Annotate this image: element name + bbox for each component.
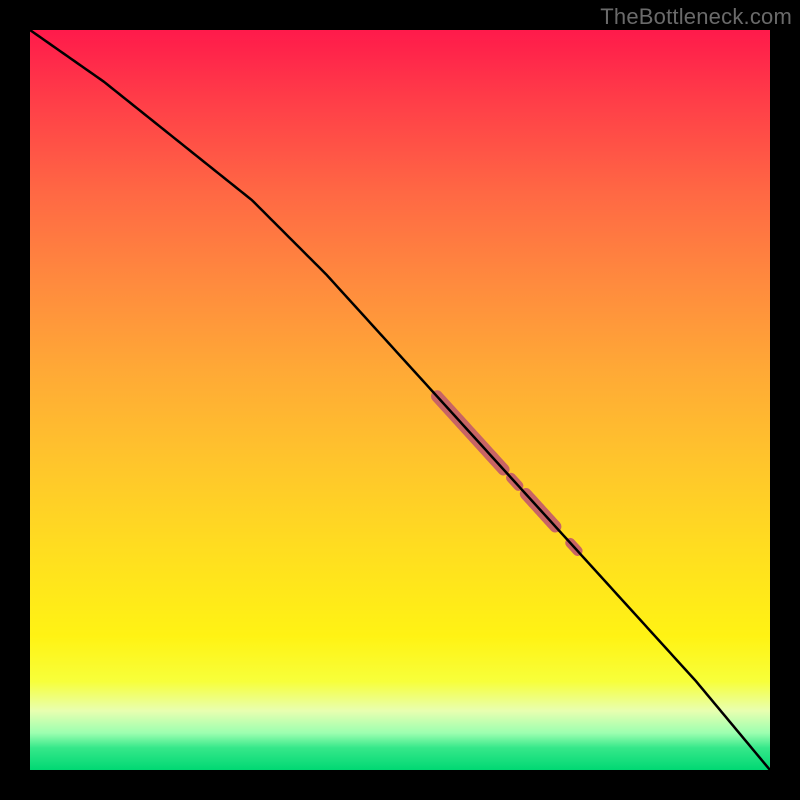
chart-overlay xyxy=(30,30,770,770)
chart-frame: TheBottleneck.com xyxy=(0,0,800,800)
watermark-label: TheBottleneck.com xyxy=(600,4,792,30)
curve-line xyxy=(30,30,770,770)
